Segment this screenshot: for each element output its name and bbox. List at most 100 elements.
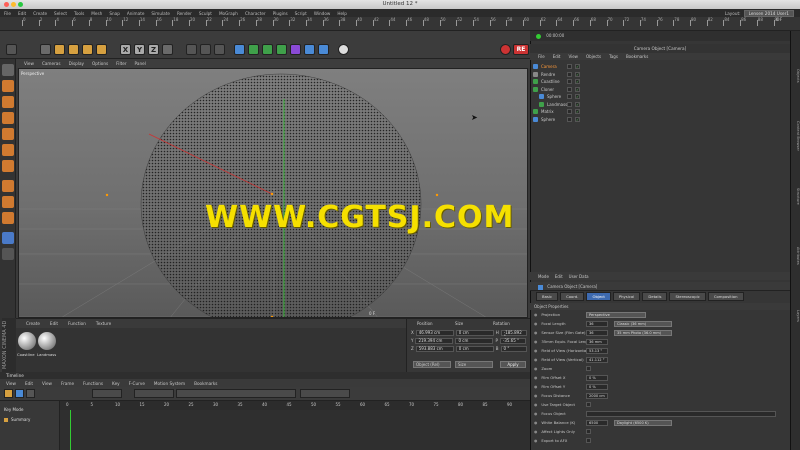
object-visibility-toggle[interactable] [567, 79, 572, 84]
coordinate-system-icon[interactable] [162, 44, 173, 55]
object-visibility-toggle[interactable] [567, 116, 572, 122]
apply-button[interactable]: Apply [500, 361, 526, 368]
timeline-ruler[interactable]: 0 5 10 15 20 25 30 35 40 45 50 55 60 65 70 75 80 85 90 [60, 401, 530, 410]
object-visibility-toggle[interactable] [567, 109, 572, 114]
viewport-menu-filter[interactable]: Filter [116, 61, 126, 66]
tab-details[interactable]: Details [642, 292, 668, 301]
polygons-mode-icon[interactable] [2, 160, 14, 172]
object-enabled-check[interactable]: ✓ [575, 64, 580, 69]
side-tab-content-browser[interactable]: Content Browser [792, 111, 800, 161]
side-tab-layers[interactable]: Layers [792, 291, 800, 341]
viewport-menu-display[interactable]: Display [69, 61, 84, 66]
layout-select[interactable]: Lensen 2014 User1 [743, 9, 794, 17]
attribute-value-field[interactable]: 36 [586, 320, 608, 327]
menu-item-mesh[interactable]: Mesh [91, 11, 102, 16]
rotation-p-field[interactable]: -35.65 ° [499, 338, 526, 344]
side-tab-objects[interactable]: Objects [792, 51, 800, 101]
workplane-lock-icon[interactable] [2, 232, 14, 244]
object-row[interactable]: Rendre [533, 71, 593, 78]
attribute-value-field[interactable]: 0 % [586, 383, 608, 390]
perspective-viewport[interactable]: Perspective 0 F ➤ [18, 68, 528, 318]
tab-physical[interactable]: Physical [612, 292, 641, 301]
scale-tool-icon[interactable] [68, 44, 79, 55]
size-z-field[interactable]: 0 cm [455, 346, 494, 352]
attribute-value-field[interactable]: 6500 [586, 419, 608, 426]
object-menu-tags[interactable]: Tags [609, 54, 618, 59]
y-axis-lock-button[interactable]: Y [134, 44, 145, 55]
tab-stereoscopic[interactable]: Stereoscopic [669, 292, 706, 301]
object-visibility-toggle[interactable] [567, 101, 572, 107]
object-row[interactable]: Cloner [533, 86, 593, 93]
texture-mode-icon[interactable] [2, 96, 14, 108]
tab-coord[interactable]: Coord. [560, 292, 585, 301]
attribute-value-field[interactable]: Perspective [586, 311, 646, 318]
material-menu-edit[interactable]: Edit [50, 321, 58, 326]
key-interp-buttons[interactable] [92, 389, 122, 398]
object-enabled-check[interactable]: ✓ [575, 116, 580, 122]
render-picture-viewer-icon[interactable] [200, 44, 211, 55]
playhead[interactable] [70, 410, 71, 450]
attribute-value-field[interactable]: 0 % [586, 374, 608, 381]
attribute-value-field[interactable]: 53.13 ° [586, 347, 608, 354]
render-view-icon[interactable] [186, 44, 197, 55]
move-tool-icon[interactable] [54, 44, 65, 55]
array-icon[interactable] [276, 44, 287, 55]
menu-item-create[interactable]: Create [33, 11, 47, 16]
object-menu-view[interactable]: View [568, 54, 578, 59]
menu-item-select[interactable]: Select [54, 11, 67, 16]
viewport-menu-panel[interactable]: Panel [135, 61, 146, 66]
side-tab-structure[interactable]: Structure [792, 171, 800, 221]
rotation-b-field[interactable]: 0 ° [500, 346, 527, 352]
material-menu-function[interactable]: Function [68, 321, 86, 326]
powerslider-ruler[interactable]: 0 2 4 6 8 10 12 14 16 18 20 22 24 26 28 30 32 34 36 38 40 42 4… [0, 17, 800, 31]
rotate-tool-icon[interactable] [82, 44, 93, 55]
close-window-icon[interactable] [4, 2, 9, 7]
coord-mode-select[interactable]: Object (Rel) [413, 361, 451, 368]
object-row[interactable]: Matrix [533, 108, 593, 115]
tab-composition[interactable]: Composition [707, 292, 744, 301]
curve-preset-buttons[interactable] [176, 389, 296, 398]
menu-item-script[interactable]: Script [295, 11, 307, 16]
timeline-menu-item[interactable]: Key [112, 381, 120, 386]
spline-icon[interactable] [248, 44, 259, 55]
fcurve-mode-icon[interactable] [15, 389, 24, 398]
object-visibility-toggle[interactable] [567, 94, 572, 99]
render-badge[interactable]: RE [513, 44, 529, 55]
edges-mode-icon[interactable] [2, 144, 14, 156]
dopesheet-icon[interactable] [26, 389, 35, 398]
solo-icon[interactable] [2, 248, 14, 260]
menu-item-simulate[interactable]: Simulate [151, 11, 170, 16]
key-mode-icon[interactable] [4, 389, 13, 398]
menu-item-file[interactable]: File [4, 11, 11, 16]
material-menu-texture[interactable]: Texture [96, 321, 111, 326]
object-menu-file[interactable]: File [538, 54, 545, 59]
x-axis-lock-button[interactable]: X [120, 44, 131, 55]
object-enabled-check[interactable]: ✓ [575, 101, 580, 107]
attribute-checkbox[interactable] [586, 438, 591, 443]
attribute-value-field[interactable]: 36 [586, 329, 608, 336]
recent-tool-icon[interactable] [96, 44, 107, 55]
attribute-value-field[interactable]: 2000 cm [586, 392, 608, 399]
menu-item-edit[interactable]: Edit [18, 11, 26, 16]
position-x-field[interactable]: 46.993 cm [415, 330, 454, 336]
object-menu-bookmarks[interactable]: Bookmarks [626, 54, 648, 59]
make-editable-icon[interactable] [2, 64, 14, 76]
tab-basic[interactable]: Basic [536, 292, 559, 301]
attributes-menu-item[interactable]: Mode [538, 274, 549, 279]
object-visibility-toggle[interactable] [567, 64, 572, 69]
size-x-field[interactable]: 0 cm [455, 330, 494, 336]
object-row[interactable]: Camera [533, 63, 593, 70]
attribute-value-field[interactable]: 36 mm [586, 338, 608, 345]
undo-button[interactable] [6, 44, 17, 55]
focus-object-link-field[interactable] [586, 410, 776, 417]
attribute-preset-select[interactable]: Classic (36 mm) [614, 320, 672, 327]
menu-item-help[interactable]: Help [337, 11, 347, 16]
menu-item-window[interactable]: Window [314, 11, 331, 16]
attribute-preset-select[interactable]: 35 mm Photo (36.0 mm) [614, 329, 672, 336]
timeline-menu-item[interactable]: Bookmarks [194, 381, 217, 386]
tangent-buttons[interactable] [134, 389, 174, 398]
attribute-preset-select[interactable]: Daylight (6500 K) [614, 419, 672, 426]
summary-track[interactable]: Summary [11, 417, 30, 422]
viewport-menu-cameras[interactable]: Cameras [42, 61, 61, 66]
object-menu-edit[interactable]: Edit [553, 54, 561, 59]
